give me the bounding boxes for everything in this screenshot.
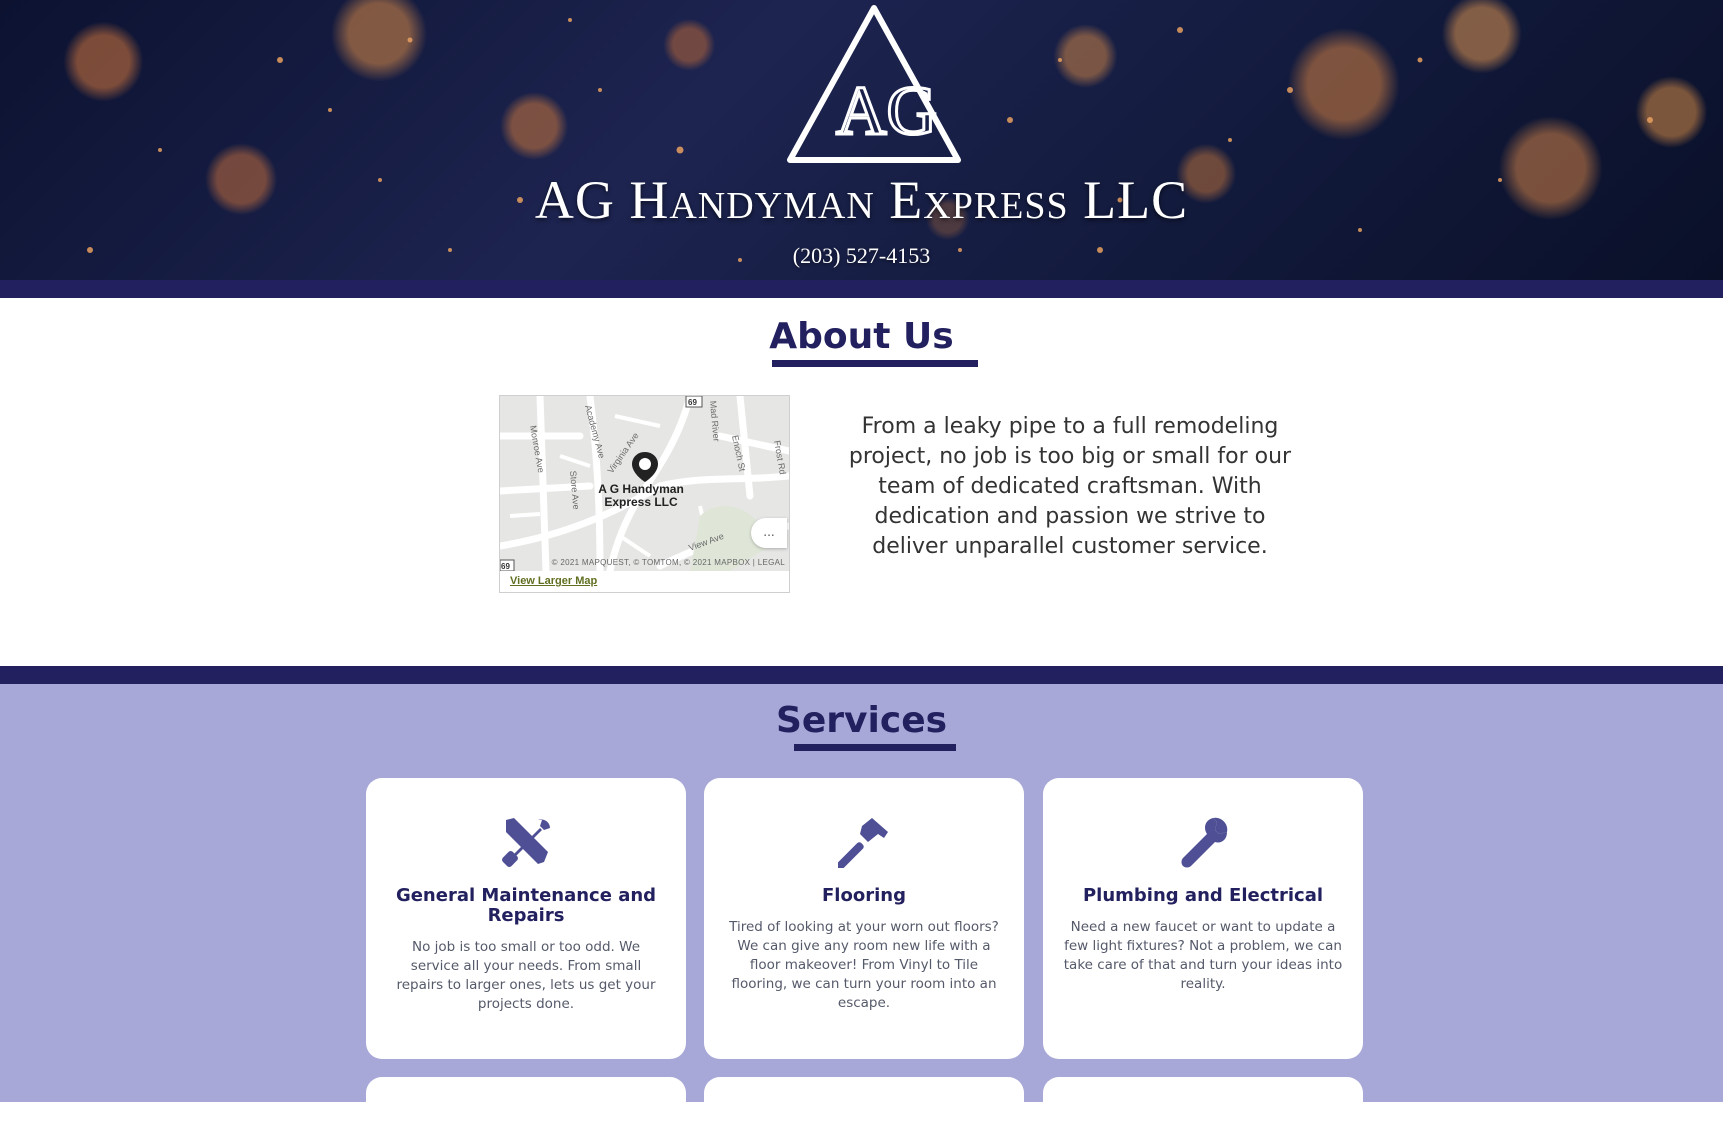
wrench-icon — [1043, 816, 1363, 868]
about-title: About Us — [769, 316, 954, 357]
service-description: Tired of looking at your worn out floors… — [729, 919, 999, 1011]
service-card — [366, 1077, 686, 1137]
service-card — [1043, 1077, 1363, 1137]
about-title-underline — [772, 360, 978, 367]
svg-text:Mad River: Mad River — [708, 400, 722, 442]
service-card — [704, 1077, 1024, 1137]
location-map[interactable]: Monroe Ave Academy Ave Store Ave Enoch S… — [499, 395, 790, 593]
divider-bar — [0, 666, 1723, 684]
view-larger-map-link[interactable]: View Larger Map — [510, 575, 597, 587]
company-logo: AG — [787, 5, 961, 163]
map-canvas[interactable]: Monroe Ave Academy Ave Store Ave Enoch S… — [500, 396, 789, 571]
service-title: Flooring — [822, 885, 906, 906]
svg-text:Frost Rd: Frost Rd — [772, 440, 788, 476]
service-title: Plumbing and Electrical — [1082, 885, 1324, 906]
svg-text:AG: AG — [836, 73, 937, 150]
divider-bar — [0, 280, 1723, 298]
hammer-icon — [704, 816, 1024, 868]
service-description: No job is too small or too odd. We servi… — [396, 939, 656, 1012]
tools-icon — [366, 816, 686, 868]
map-copyright: © 2021 MAPQUEST, © TOMTOM, © 2021 MAPBOX… — [551, 558, 785, 567]
service-description: Need a new faucet or want to update a fe… — [1063, 919, 1343, 992]
svg-text:Store Ave: Store Ave — [568, 470, 581, 510]
business-name: AG Handyman Express LLC — [534, 170, 1189, 230]
map-options-button[interactable]: ... — [751, 518, 787, 548]
service-card-flooring: Flooring Tired of looking at your worn o… — [704, 778, 1024, 1059]
business-phone[interactable]: (203) 527-4153 — [0, 243, 1723, 269]
service-card-plumbing-electrical: Plumbing and Electrical Need a new fauce… — [1043, 778, 1363, 1059]
svg-text:69: 69 — [688, 398, 697, 407]
svg-text:69: 69 — [501, 562, 510, 571]
services-title-underline — [794, 744, 956, 751]
services-title: Services — [775, 700, 948, 741]
about-description: From a leaky pipe to a full remodeling p… — [848, 414, 1292, 559]
hero-banner: AG AG Handyman Express LLC (203) 527-415… — [0, 0, 1723, 280]
service-title: General Maintenance and Repairs — [395, 885, 657, 926]
map-business-label: A G Handyman Express LLC — [598, 482, 684, 509]
service-card-general-maintenance: General Maintenance and Repairs No job i… — [366, 778, 686, 1059]
